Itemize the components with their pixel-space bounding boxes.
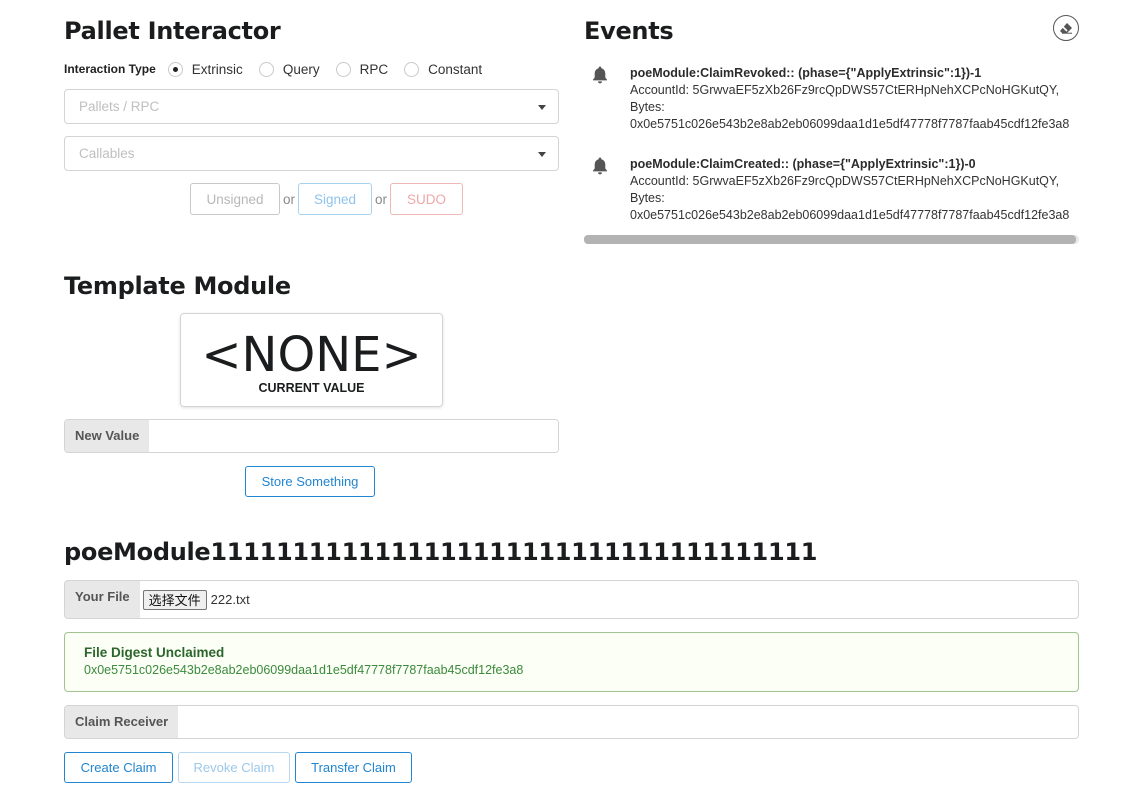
event-item: poeModule:ClaimRevoked:: (phase={"ApplyE… (590, 65, 1079, 133)
caret-down-icon (538, 105, 546, 110)
event-bytes-value: 0x0e5751c026e543b2e8ab2eb06099daa1d1e5df… (630, 208, 1070, 222)
current-value-card: <NONE> CURRENT VALUE (180, 313, 443, 407)
revoke-claim-button[interactable]: Revoke Claim (178, 752, 290, 783)
store-something-button[interactable]: Store Something (245, 466, 375, 497)
unsigned-button[interactable]: Unsigned (190, 183, 280, 215)
radio-circle-checked[interactable] (167, 61, 183, 77)
your-file-label: Your File (65, 581, 140, 618)
bell-icon (590, 65, 610, 90)
radio-label: Extrinsic (191, 61, 243, 77)
radio-label: Constant (428, 61, 483, 77)
event-account: AccountId: 5GrwvaEF5zXb26Fz9rcQpDWS57CtE… (630, 83, 1060, 97)
event-account: AccountId: 5GrwvaEF5zXb26Fz9rcQpDWS57CtE… (630, 174, 1060, 188)
transfer-claim-button[interactable]: Transfer Claim (295, 752, 412, 783)
events-horizontal-scrollbar[interactable] (584, 235, 1079, 244)
claim-receiver-input[interactable] (178, 706, 1078, 738)
claim-receiver-label: Claim Receiver (65, 706, 179, 738)
or-separator: or (283, 191, 296, 207)
event-item: poeModule:ClaimCreated:: (phase={"ApplyE… (590, 156, 1079, 224)
file-input[interactable]: 选择文件 222.txt (140, 581, 250, 618)
pallets-rpc-dropdown[interactable]: Pallets / RPC (64, 89, 559, 124)
claim-receiver-input-group: Claim Receiver (64, 705, 1079, 739)
tx-button-group: Unsigned or Signed or SUDO (190, 183, 464, 215)
current-value: <NONE> (201, 327, 422, 383)
your-file-input-group: Your File 选择文件 222.txt (64, 580, 1079, 619)
radio-rpc[interactable]: RPC (335, 61, 389, 77)
digest-value: 0x0e5751c026e543b2e8ab2eb06099daa1d1e5df… (84, 663, 524, 677)
eraser-icon[interactable] (1053, 15, 1079, 41)
new-value-input-group: New Value (64, 419, 559, 453)
radio-label: Query (282, 61, 320, 77)
claim-action-buttons: Create Claim Revoke Claim Transfer Claim (64, 752, 412, 783)
interaction-type-group: Interaction Type Extrinsic Query RPC Con… (64, 60, 498, 78)
file-name: 222.txt (210, 592, 250, 607)
radio-extrinsic[interactable]: Extrinsic (167, 61, 243, 77)
signed-button[interactable]: Signed (298, 183, 373, 215)
dropdown-placeholder: Pallets / RPC (79, 99, 160, 114)
interaction-type-label: Interaction Type (64, 62, 156, 76)
template-module-title: Template Module (64, 272, 291, 300)
callables-dropdown[interactable]: Callables (64, 136, 559, 171)
choose-file-button[interactable]: 选择文件 (142, 589, 207, 610)
digest-header: File Digest Unclaimed (84, 645, 225, 660)
poe-module-title: poeModule1111111111111111111111111111111… (64, 538, 818, 566)
new-value-label: New Value (65, 420, 150, 452)
radio-circle[interactable] (258, 61, 274, 77)
radio-circle[interactable] (335, 61, 351, 77)
event-bytes-label: Bytes: (630, 191, 665, 205)
pallet-interactor-title: Pallet Interactor (64, 17, 281, 45)
current-value-label: CURRENT VALUE (258, 381, 365, 395)
or-separator: or (375, 191, 388, 207)
create-claim-button[interactable]: Create Claim (64, 752, 173, 783)
new-value-input[interactable] (149, 420, 558, 452)
bell-icon (590, 156, 610, 181)
dropdown-placeholder: Callables (79, 146, 135, 161)
event-bytes-value: 0x0e5751c026e543b2e8ab2eb06099daa1d1e5df… (630, 117, 1070, 131)
caret-down-icon (538, 152, 546, 157)
scrollbar-thumb[interactable] (584, 235, 1076, 244)
event-bytes-label: Bytes: (630, 100, 665, 114)
radio-query[interactable]: Query (258, 61, 320, 77)
radio-circle[interactable] (404, 61, 420, 77)
file-digest-message: File Digest Unclaimed 0x0e5751c026e543b2… (64, 632, 1079, 692)
event-header: poeModule:ClaimRevoked:: (phase={"ApplyE… (630, 66, 982, 80)
radio-label: RPC (359, 61, 389, 77)
sudo-button[interactable]: SUDO (390, 183, 464, 215)
events-title: Events (584, 17, 674, 45)
event-header: poeModule:ClaimCreated:: (phase={"ApplyE… (630, 157, 976, 171)
radio-constant[interactable]: Constant (404, 61, 483, 77)
